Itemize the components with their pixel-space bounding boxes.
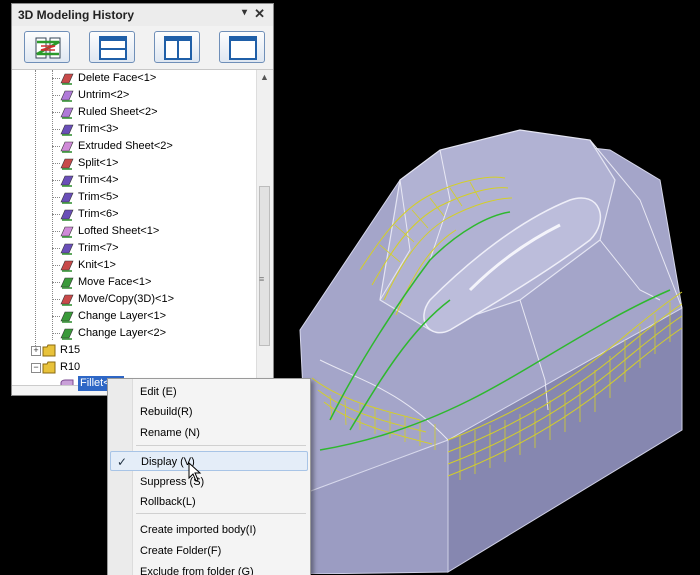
move-copy-icon (60, 294, 74, 306)
single-view-button[interactable] (219, 31, 265, 63)
menu-item-label: Exclude from folder (G) (140, 566, 254, 575)
menu-item[interactable]: Rebuild(R) (110, 402, 308, 422)
tree-item-label: Ruled Sheet<2> (78, 106, 158, 118)
single-view-icon (229, 36, 257, 60)
collapse-icon[interactable]: − (31, 363, 41, 373)
extruded-sheet-icon (60, 141, 74, 153)
tree-item-label: Change Layer<1> (78, 310, 167, 322)
menu-item[interactable]: Suppress (S) (110, 472, 308, 492)
tree-item-label: Trim<4> (78, 174, 119, 186)
dropdown-arrow-icon[interactable]: ▾ (242, 7, 247, 18)
scroll-thumb[interactable] (259, 186, 270, 346)
move-face-icon (60, 277, 74, 289)
scroll-up-icon[interactable]: ▲ (260, 72, 269, 82)
panel-toolbar (12, 26, 273, 70)
checkmark-icon: ✓ (117, 455, 128, 469)
menu-separator (136, 445, 306, 446)
trim-icon (60, 175, 74, 187)
menu-item[interactable]: Create Folder(F) (110, 541, 308, 561)
tree-item-label: Trim<6> (78, 208, 119, 220)
folder-label: R15 (60, 344, 81, 356)
menu-item-label: Create imported body(I) (140, 524, 257, 536)
tree-item-label: Extruded Sheet<2> (78, 140, 173, 152)
trim-icon (60, 243, 74, 255)
close-icon[interactable]: ✕ (254, 6, 265, 22)
knit-icon (60, 260, 74, 272)
change-layer-icon (60, 328, 74, 340)
tree-item-label: Untrim<2> (78, 89, 130, 101)
tree-item-label: Change Layer<2> (78, 327, 167, 339)
tree-scrollbar[interactable]: ▲ ≡ (256, 70, 273, 386)
menu-item[interactable]: Edit (E) (110, 382, 308, 402)
folder-icon (42, 344, 56, 357)
expand-icon[interactable]: + (31, 346, 41, 356)
tree-item-label: Move/Copy(3D)<1> (78, 293, 174, 305)
menu-item-label: Create Folder(F) (140, 545, 222, 557)
folder-label: R10 (60, 361, 81, 373)
untrim-icon (60, 90, 74, 102)
context-menu: Edit (E) Rebuild(R) Rename (N) ✓ Display (V)… (107, 378, 311, 575)
tree-item-label: Move Face<1> (78, 276, 152, 288)
tree-item-label: Trim<5> (78, 191, 119, 203)
tree-item-label: Lofted Sheet<1> (78, 225, 160, 237)
menu-item-label: Rebuild(R) (140, 406, 193, 418)
menu-item-label: Edit (E) (140, 386, 177, 398)
change-layer-icon (60, 311, 74, 323)
folder-open-icon (42, 361, 56, 374)
tree-item-label: Trim<3> (78, 123, 119, 135)
split-vertical-icon (164, 36, 192, 60)
scroll-grip-icon: ≡ (259, 274, 265, 284)
menu-item[interactable]: Rollback(L) (110, 492, 308, 512)
menu-item-label: Display (V) (141, 456, 195, 468)
menu-item[interactable]: ✓ Display (V) (110, 451, 308, 471)
modeling-history-panel: 3D Modeling History ▾ ✕ Delete Face<1> U… (11, 3, 274, 396)
history-order-icon (35, 37, 61, 59)
panel-title-bar[interactable]: 3D Modeling History ▾ ✕ (12, 4, 273, 27)
mouse-cursor-icon (188, 462, 202, 482)
menu-item-label: Rename (N) (140, 427, 200, 439)
history-tree[interactable]: Delete Face<1> Untrim<2> Ruled Sheet<2> Tri… (12, 70, 258, 386)
menu-item-label: Rollback(L) (140, 496, 196, 508)
split-horizontal-icon (99, 36, 127, 60)
trim-icon (60, 124, 74, 136)
trim-icon (60, 209, 74, 221)
tree-item-label: Knit<1> (78, 259, 116, 271)
menu-separator (136, 513, 306, 514)
delete-face-icon (60, 73, 74, 85)
trim-icon (60, 192, 74, 204)
split-horizontal-button[interactable] (89, 31, 135, 63)
menu-item[interactable]: Create imported body(I) (110, 520, 308, 540)
menu-item[interactable]: Exclude from folder (G) (110, 562, 308, 575)
menu-item[interactable]: Rename (N) (110, 423, 308, 443)
tree-item-label: Split<1> (78, 157, 119, 169)
panel-title: 3D Modeling History (18, 8, 135, 22)
split-icon (60, 158, 74, 170)
split-vertical-button[interactable] (154, 31, 200, 63)
ruled-sheet-icon (60, 107, 74, 119)
history-order-button[interactable] (24, 31, 70, 63)
tree-item-label: Delete Face<1> (78, 72, 157, 84)
tree-item-label: Trim<7> (78, 242, 119, 254)
lofted-sheet-icon (60, 226, 74, 238)
